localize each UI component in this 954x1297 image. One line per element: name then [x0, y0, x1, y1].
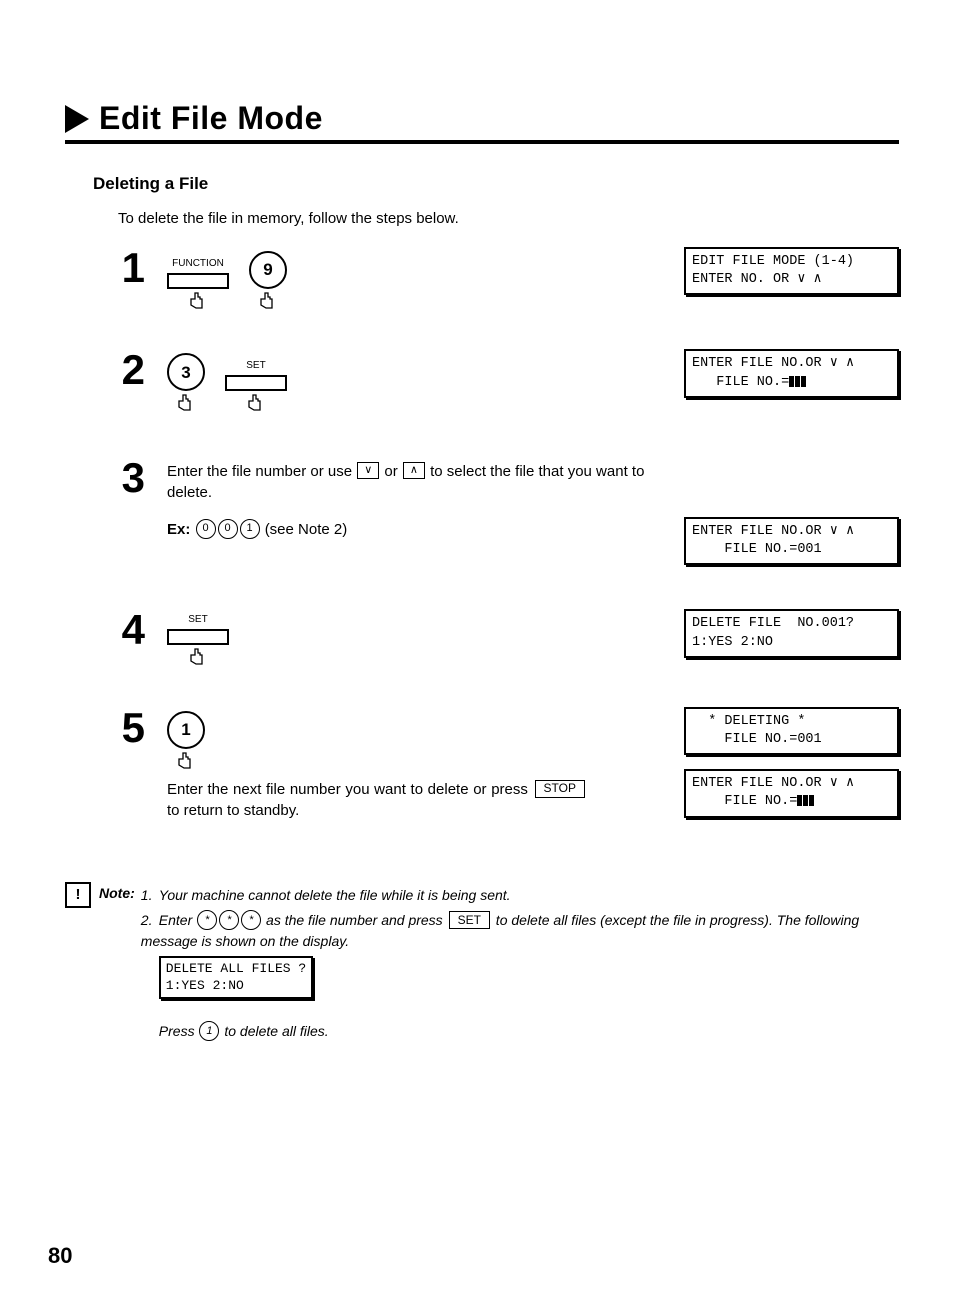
note-2-text-e: to delete all files. [220, 1023, 328, 1039]
lcd-display: EDIT FILE MODE (1-4) ENTER NO. OR ∨ ∧ [684, 247, 899, 295]
step-number: 5 [65, 707, 167, 749]
alert-icon: ! [65, 882, 91, 908]
example-label: Ex: [167, 521, 190, 538]
note-1-text: Your machine cannot delete the file whil… [159, 887, 511, 903]
lcd-display: DELETE ALL FILES ? 1:YES 2:NO [159, 956, 313, 999]
step5-follow-a: Enter the next file number you want to d… [167, 781, 533, 798]
key-9-icon: 9 [249, 251, 287, 309]
step-2: 2 3 SET ENTER FILE NO.OR ∨ ∧ [65, 349, 899, 411]
step-number: 3 [65, 457, 167, 499]
press-hand-icon [187, 291, 209, 309]
note-2-text-b: as the file number and press [262, 912, 446, 928]
key-0-icon: 0 [218, 519, 238, 539]
step-number: 4 [65, 609, 167, 651]
press-hand-icon [257, 291, 279, 309]
press-hand-icon [187, 647, 209, 665]
title-row: Edit File Mode [65, 100, 899, 144]
step3-text-b: or [380, 463, 402, 480]
page-number: 80 [48, 1243, 72, 1269]
key-1-icon: 1 [199, 1021, 219, 1041]
key-star-icon: * [197, 910, 217, 930]
press-hand-icon [175, 393, 197, 411]
key-0-icon: 0 [196, 519, 216, 539]
lcd-display: ENTER FILE NO.OR ∨ ∧ FILE NO.= [684, 769, 899, 817]
cursor-icon [789, 376, 807, 394]
up-arrow-key-icon: ∧ [403, 462, 425, 479]
key-digit: 9 [249, 251, 287, 289]
see-note-text: (see Note 2) [265, 521, 348, 538]
step-number: 2 [65, 349, 167, 391]
key-1-icon: 1 [167, 711, 205, 769]
key-digit: 1 [167, 711, 205, 749]
press-hand-icon [245, 393, 267, 411]
stop-button-icon: STOP [535, 780, 585, 798]
key-star-icon: * [219, 910, 239, 930]
step-5: 5 1 Enter the next file number you want … [65, 707, 899, 832]
key-1-icon: 1 [240, 519, 260, 539]
function-button-icon: FUNCTION [167, 257, 229, 309]
key-3-icon: 3 [167, 353, 205, 411]
step-1: 1 FUNCTION 9 EDIT FILE MODE [65, 247, 899, 309]
play-icon [65, 105, 91, 133]
section-heading: Deleting a File [93, 174, 899, 194]
lcd-display: * DELETING * FILE NO.=001 [684, 707, 899, 755]
set-button-icon: SET [449, 911, 490, 929]
step3-text-a: Enter the file number or use [167, 463, 356, 480]
step-4: 4 SET DELETE FILE NO.001? 1:YES 2:NO [65, 609, 899, 671]
step-number: 1 [65, 247, 167, 289]
down-arrow-key-icon: ∨ [357, 462, 379, 479]
step5-follow-b: to return to standby. [167, 802, 299, 819]
step-3: 3 Enter the file number or use ∨ or ∧ to… [65, 457, 899, 579]
key-star-icon: * [241, 910, 261, 930]
set-button-icon: SET [225, 359, 287, 411]
note-label: Note: [99, 882, 135, 901]
set-label: SET [246, 359, 265, 373]
note-2-text-d: Press [159, 1023, 199, 1039]
intro-text: To delete the file in memory, follow the… [118, 210, 899, 227]
function-label: FUNCTION [172, 257, 224, 271]
lcd-display: ENTER FILE NO.OR ∨ ∧ FILE NO.=001 [684, 517, 899, 565]
set-label: SET [188, 613, 207, 627]
note-block: ! Note: 1.Your machine cannot delete the… [65, 882, 899, 1043]
key-digit: 3 [167, 353, 205, 391]
note-2-text-a: Enter [159, 912, 196, 928]
page-title: Edit File Mode [99, 100, 323, 137]
set-button-icon: SET [167, 613, 229, 665]
lcd-display: ENTER FILE NO.OR ∨ ∧ FILE NO.= [684, 349, 899, 397]
lcd-display: DELETE FILE NO.001? 1:YES 2:NO [684, 609, 899, 657]
cursor-icon [797, 795, 815, 813]
press-hand-icon [175, 751, 197, 769]
